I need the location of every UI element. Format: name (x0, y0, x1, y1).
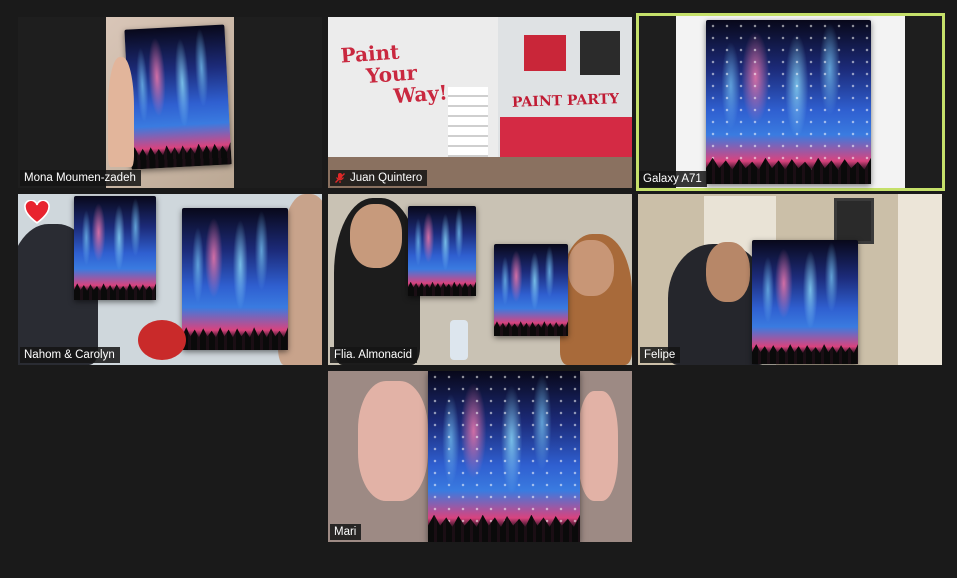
video-tile-galaxy[interactable]: Galaxy A71 (636, 13, 945, 191)
hand (578, 391, 618, 501)
hand (108, 57, 134, 167)
video-feed (106, 17, 234, 188)
painting (408, 206, 476, 296)
painting (124, 24, 232, 170)
painting (182, 208, 288, 350)
participant-name-tag: Mona Moumen-zadeh (20, 170, 141, 186)
video-tile-juan[interactable]: Paint Your Way! PAINT PARTY Juan Quinter… (328, 17, 632, 188)
door (898, 194, 942, 365)
hand (358, 381, 428, 501)
mic-muted-icon (335, 173, 345, 183)
participant-name: Mona Moumen-zadeh (24, 172, 136, 184)
video-tile-nahom-carolyn[interactable]: Nahom & Carolyn (18, 194, 322, 365)
face (568, 240, 614, 296)
painting (706, 20, 871, 184)
stairs (448, 87, 488, 157)
participant-name-tag: Nahom & Carolyn (20, 347, 120, 363)
wall-poster (580, 31, 620, 75)
video-feed (18, 194, 322, 365)
participant-name-tag: Felipe (640, 347, 681, 363)
participant-name-tag: Juan Quintero (330, 170, 428, 186)
wall-banner: PAINT PARTY (511, 91, 620, 111)
video-tile-mona[interactable]: Mona Moumen-zadeh (18, 17, 322, 188)
painting (494, 244, 568, 336)
video-feed (676, 16, 905, 188)
face (706, 242, 750, 302)
heart-reaction-icon (24, 200, 50, 224)
face (350, 204, 402, 268)
participant-name: Nahom & Carolyn (24, 349, 115, 361)
participant-name: Mari (334, 526, 357, 538)
participant-name: Felipe (644, 349, 676, 361)
wall-lettering: Paint Your Way! (339, 39, 449, 109)
video-tile-almonacid[interactable]: Flia. Almonacid (328, 194, 632, 365)
participant-name-tag: Galaxy A71 (639, 171, 707, 187)
video-feed: Paint Your Way! PAINT PARTY (328, 17, 632, 188)
participant-name-tag: Mari (330, 524, 362, 540)
participant-name: Galaxy A71 (643, 173, 702, 185)
red-cup (138, 320, 186, 360)
participant-name-tag: Flia. Almonacid (330, 347, 417, 363)
video-tile-mari[interactable]: Mari (328, 371, 632, 542)
video-tile-felipe[interactable]: Felipe (638, 194, 942, 365)
water-bottle (450, 320, 468, 360)
participant-name: Juan Quintero (350, 172, 423, 184)
painting (428, 371, 580, 542)
video-feed (328, 371, 632, 542)
participant-name: Flia. Almonacid (334, 349, 412, 361)
video-feed (638, 194, 942, 365)
wall-frame (834, 198, 874, 244)
wall-poster (524, 35, 566, 71)
video-feed (328, 194, 632, 365)
painting (752, 240, 858, 364)
painting (74, 196, 156, 300)
